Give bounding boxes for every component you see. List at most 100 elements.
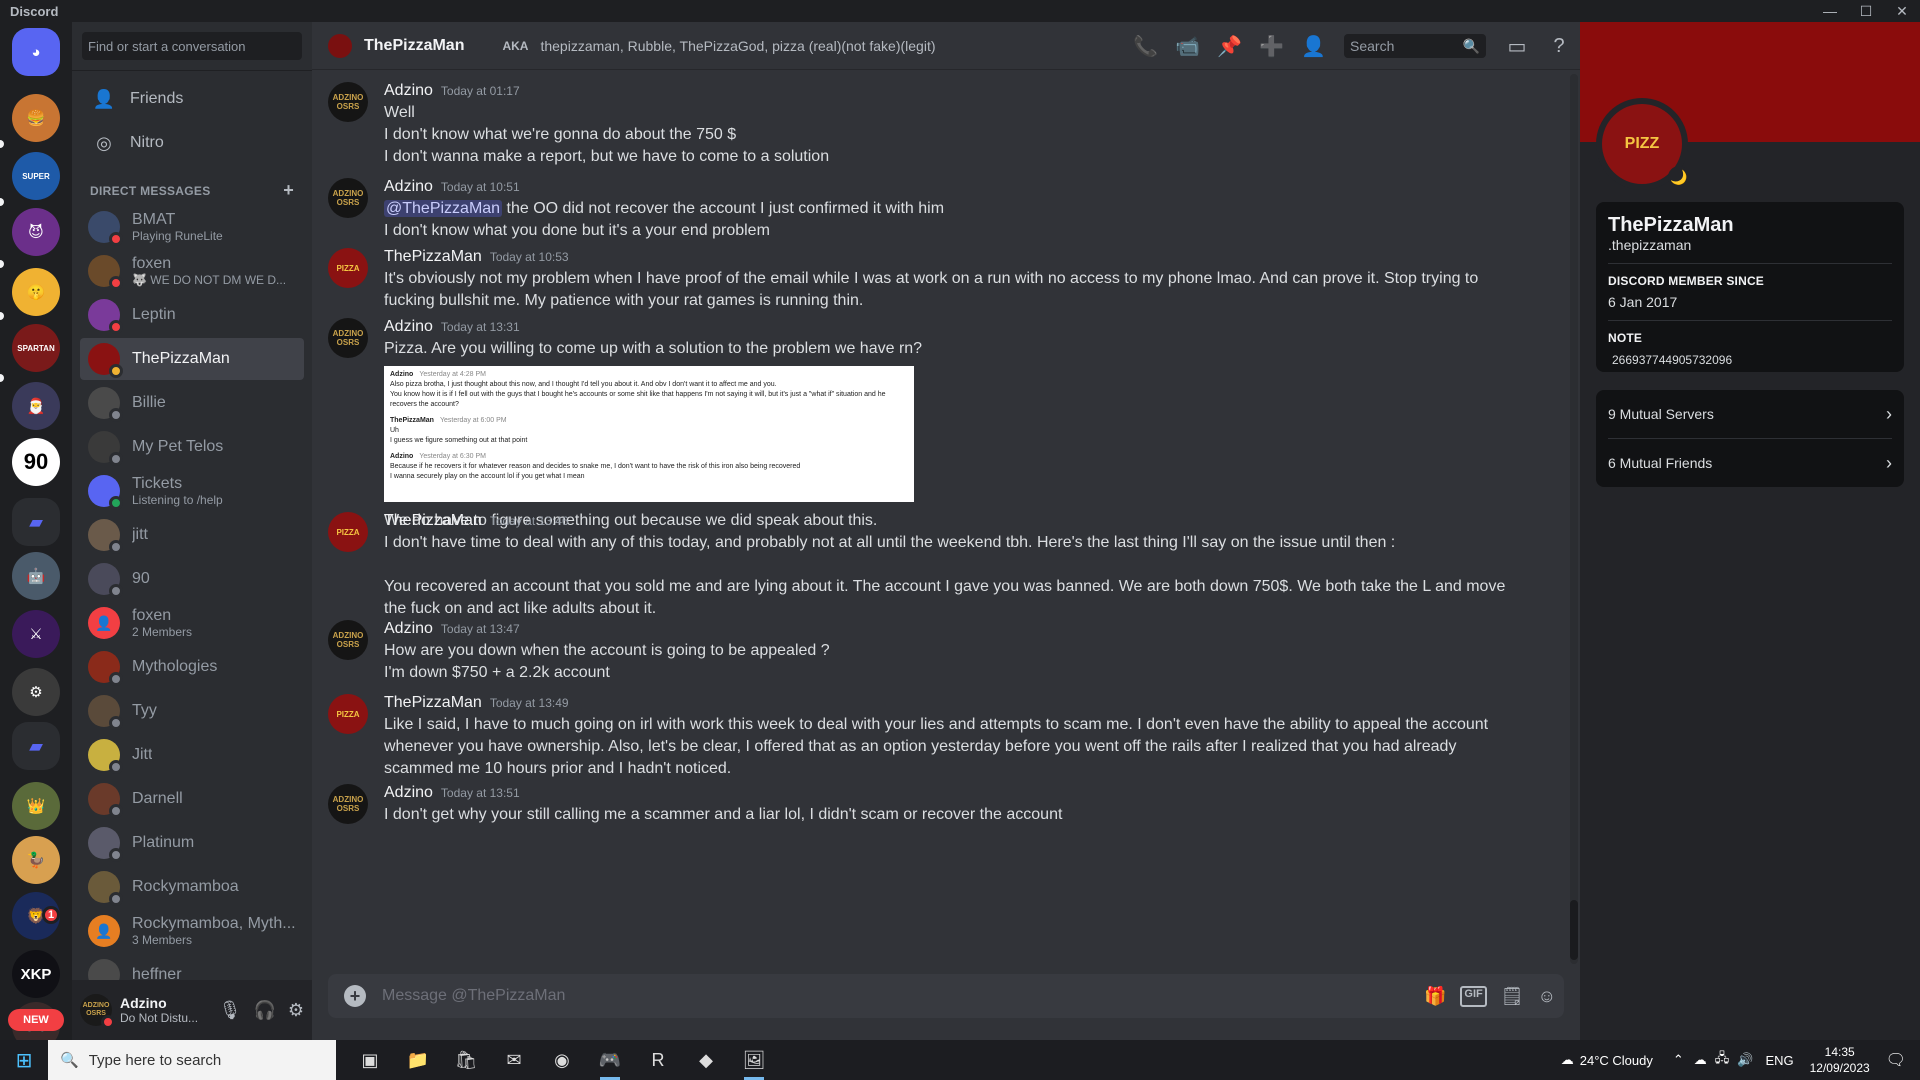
- photos-icon[interactable]: 🖼: [730, 1040, 778, 1080]
- message-author[interactable]: ThePizzaMan: [384, 248, 482, 265]
- nitro-nav[interactable]: ◎ Nitro: [80, 122, 304, 164]
- server-icon[interactable]: 🤖: [12, 552, 60, 600]
- chrome-icon[interactable]: ◉: [538, 1040, 586, 1080]
- maximize-button[interactable]: ☐: [1848, 0, 1884, 22]
- weather-text[interactable]: 24°C Cloudy: [1580, 1053, 1653, 1068]
- user-avatar[interactable]: ADZINO OSRS: [80, 994, 115, 1029]
- discord-taskbar-icon[interactable]: 🎮: [586, 1040, 634, 1080]
- taskbar-search[interactable]: 🔍 Type here to search: [48, 1040, 336, 1080]
- gift-icon[interactable]: 🎁: [1424, 986, 1446, 1007]
- server-icon[interactable]: 🦆: [12, 836, 60, 884]
- clock[interactable]: 14:35 12/09/2023: [1810, 1044, 1870, 1076]
- help-icon[interactable]: ?: [1547, 35, 1571, 58]
- inbox-icon[interactable]: ▭: [1505, 34, 1529, 59]
- message-avatar[interactable]: ADZINO OSRS: [328, 620, 368, 660]
- weather-icon[interactable]: ☁: [1561, 1052, 1574, 1068]
- scrollbar-thumb[interactable]: [1570, 900, 1578, 960]
- pinned-messages-icon[interactable]: 📌: [1217, 34, 1242, 59]
- mutual-friends-row[interactable]: 6 Mutual Friends ›: [1596, 439, 1904, 487]
- user-mention[interactable]: @ThePizzaMan: [384, 200, 503, 217]
- message-avatar[interactable]: ADZINO OSRS: [328, 82, 368, 122]
- settings-gear-icon[interactable]: ⚙: [288, 1000, 304, 1021]
- dm-item[interactable]: Rockymamboa: [80, 866, 304, 908]
- dm-item[interactable]: Darnell: [80, 778, 304, 820]
- message-author[interactable]: Adzino: [384, 82, 433, 99]
- server-icon[interactable]: 👑: [12, 782, 60, 830]
- task-view-icon[interactable]: ▣: [346, 1040, 394, 1080]
- chevron-up-icon[interactable]: ⌃: [1673, 1052, 1684, 1068]
- message-avatar[interactable]: ADZINO OSRS: [328, 178, 368, 218]
- profile-avatar[interactable]: PIZZ 🌙: [1596, 98, 1690, 190]
- dm-item[interactable]: 👤 foxen 2 Members: [80, 602, 304, 644]
- server-icon[interactable]: 😈: [12, 208, 60, 256]
- mutual-servers-row[interactable]: 9 Mutual Servers ›: [1596, 390, 1904, 438]
- server-icon[interactable]: ⚔: [12, 610, 60, 658]
- dm-item[interactable]: Leptin: [80, 294, 304, 336]
- upload-plus-icon[interactable]: +: [344, 985, 366, 1007]
- note-value[interactable]: 266937744905732096: [1596, 345, 1904, 379]
- message-author[interactable]: Adzino: [384, 178, 433, 195]
- message-avatar[interactable]: ADZINO OSRS: [328, 318, 368, 358]
- dm-item[interactable]: Platinum: [80, 822, 304, 864]
- message-author[interactable]: ThePizzaMan: [384, 512, 482, 529]
- dm-item[interactable]: 👤 Rockymamboa, Myth... 3 Members: [80, 910, 304, 952]
- dm-item[interactable]: Billie: [80, 382, 304, 424]
- create-dm-plus-icon[interactable]: +: [283, 181, 294, 199]
- server-icon[interactable]: ⚙: [12, 668, 60, 716]
- dm-item[interactable]: jitt: [80, 514, 304, 556]
- dm-item[interactable]: BMAT Playing RuneLite: [80, 206, 304, 248]
- minimize-button[interactable]: —: [1812, 0, 1848, 22]
- dm-item[interactable]: Jitt: [80, 734, 304, 776]
- server-icon[interactable]: SUPER: [12, 152, 60, 200]
- network-icon[interactable]: 🖧: [1715, 1049, 1730, 1071]
- dm-item[interactable]: foxen 🐺 WE DO NOT DM WE D...: [80, 250, 304, 292]
- server-icon[interactable]: SPARTAN: [12, 324, 60, 372]
- message-author[interactable]: ThePizzaMan: [384, 694, 482, 711]
- server-icon[interactable]: 🤫: [12, 268, 60, 316]
- dm-item[interactable]: My Pet Telos: [80, 426, 304, 468]
- video-call-icon[interactable]: 📹: [1175, 34, 1200, 59]
- server-icon[interactable]: ◕: [12, 28, 60, 76]
- server-icon[interactable]: 90: [12, 438, 60, 486]
- runelite-icon[interactable]: R: [634, 1040, 682, 1080]
- volume-icon[interactable]: 🔊: [1737, 1052, 1753, 1068]
- user-profile-icon[interactable]: 👤: [1301, 34, 1326, 59]
- windows-start-icon[interactable]: ⊞: [0, 1040, 48, 1080]
- server-icon[interactable]: 🎅: [12, 382, 60, 430]
- message-avatar[interactable]: PIZZA: [328, 512, 368, 552]
- store-icon[interactable]: 🛍: [442, 1040, 490, 1080]
- message-author[interactable]: Adzino: [384, 620, 433, 637]
- file-explorer-icon[interactable]: 📁: [394, 1040, 442, 1080]
- message-author[interactable]: Adzino: [384, 784, 433, 801]
- message-avatar[interactable]: PIZZA: [328, 248, 368, 288]
- server-icon[interactable]: ▰: [12, 722, 60, 770]
- emoji-icon[interactable]: ☺: [1538, 986, 1556, 1007]
- image-attachment[interactable]: Adzino Yesterday at 4:28 PM Also pizza bro…: [384, 366, 914, 502]
- microphone-icon[interactable]: 🎙: [219, 1000, 242, 1021]
- dm-item[interactable]: Tyy: [80, 690, 304, 732]
- message-avatar[interactable]: ADZINO OSRS: [328, 784, 368, 824]
- app-icon[interactable]: ◆: [682, 1040, 730, 1080]
- message-composer[interactable]: + Message @ThePizzaMan 🎁 GIF 🗒 ☺: [328, 974, 1564, 1018]
- find-conversation-input[interactable]: Find or start a conversation: [82, 32, 302, 60]
- notifications-icon[interactable]: 🗨: [1886, 1050, 1906, 1070]
- language-indicator[interactable]: ENG: [1765, 1053, 1793, 1068]
- dm-item[interactable]: 90: [80, 558, 304, 600]
- chat-search-input[interactable]: Search 🔍: [1344, 34, 1486, 58]
- chat-scrollbar[interactable]: [1570, 74, 1578, 964]
- mail-icon[interactable]: ✉: [490, 1040, 538, 1080]
- dm-item[interactable]: ThePizzaMan: [80, 338, 304, 380]
- server-icon[interactable]: XKP: [12, 950, 60, 998]
- server-icon[interactable]: ▰: [12, 498, 60, 546]
- close-button[interactable]: ✕: [1884, 0, 1920, 22]
- message-author[interactable]: Adzino: [384, 318, 433, 335]
- onedrive-icon[interactable]: ☁: [1694, 1052, 1707, 1068]
- headphones-icon[interactable]: 🎧: [253, 1000, 275, 1021]
- add-friend-icon[interactable]: ➕: [1259, 34, 1284, 59]
- server-icon[interactable]: 🍔: [12, 94, 60, 142]
- friends-nav[interactable]: 👤 Friends: [80, 78, 304, 120]
- gif-button[interactable]: GIF: [1460, 985, 1487, 1007]
- message-input[interactable]: Message @ThePizzaMan: [382, 987, 565, 1005]
- sticker-icon[interactable]: 🗒: [1501, 986, 1524, 1007]
- voice-call-icon[interactable]: 📞: [1133, 34, 1158, 59]
